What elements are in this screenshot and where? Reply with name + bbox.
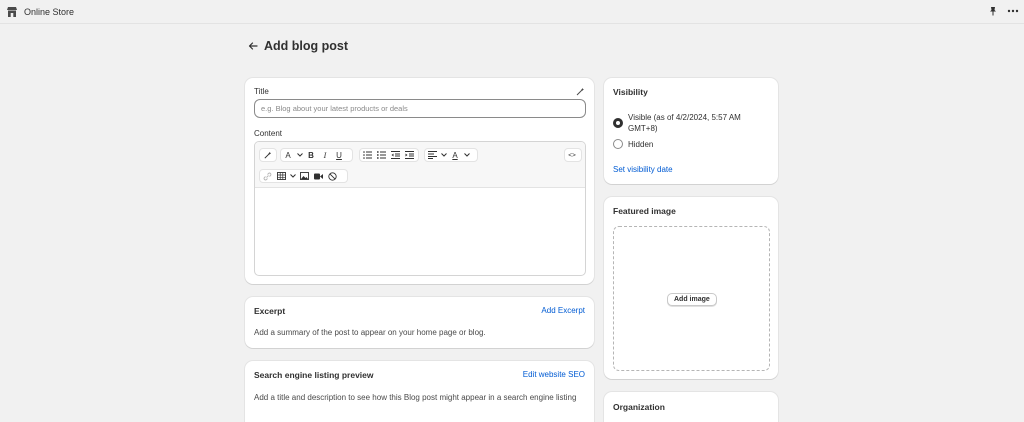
visible-radio[interactable]	[613, 118, 623, 128]
content-label: Content	[254, 129, 283, 138]
edit-website-seo-link[interactable]: Edit website SEO	[523, 370, 585, 379]
chevron-down-icon[interactable]	[439, 149, 448, 161]
toolbar-group-align: A	[424, 148, 478, 162]
visibility-title: Visibility	[613, 87, 648, 97]
bulleted-list-icon[interactable]	[360, 149, 374, 161]
bold-icon[interactable]: B	[304, 149, 318, 161]
title-input[interactable]	[254, 99, 586, 118]
set-visibility-date-link[interactable]: Set visibility date	[613, 165, 673, 174]
hidden-radio-label[interactable]: Hidden	[628, 139, 653, 150]
text-style-icon[interactable]: A	[281, 149, 295, 161]
excerpt-title: Excerpt	[254, 306, 286, 316]
organization-title: Organization	[613, 402, 665, 412]
chevron-down-icon[interactable]	[462, 149, 471, 161]
top-bar: Online Store	[0, 0, 1024, 24]
chevron-down-icon[interactable]	[288, 170, 297, 182]
toolbar-group-insert	[259, 169, 348, 183]
hidden-radio[interactable]	[613, 139, 623, 149]
organization-card: Organization	[604, 392, 778, 422]
store-icon	[6, 6, 18, 18]
app-title: Online Store	[24, 6, 75, 17]
pin-icon[interactable]	[986, 4, 1000, 18]
post-details-card: Title Content A B I U	[245, 78, 594, 284]
title-label: Title	[254, 87, 269, 96]
arrow-left-icon[interactable]	[246, 39, 260, 53]
code-view-icon[interactable]: <>	[565, 149, 579, 161]
seo-description: Add a title and description to see how t…	[254, 393, 577, 402]
table-icon[interactable]	[274, 170, 288, 182]
featured-image-card: Featured image Add image	[604, 197, 778, 379]
visible-radio-label[interactable]: Visible (as of 4/2/2024, 5:57 AM GMT+8)	[628, 112, 773, 134]
visibility-card: Visibility Visible (as of 4/2/2024, 5:57…	[604, 78, 778, 184]
excerpt-card: Excerpt Add Excerpt Add a summary of the…	[245, 297, 594, 348]
link-icon[interactable]	[260, 170, 274, 182]
toolbar-group-code: <>	[564, 148, 582, 162]
toolbar-group-lists	[359, 148, 419, 162]
editor-toolbar: A B I U A <>	[255, 142, 585, 188]
toolbar-group-magic	[259, 148, 277, 162]
chevron-down-icon[interactable]	[295, 149, 304, 161]
toolbar-group-format: A B I U	[280, 148, 353, 162]
clear-formatting-icon[interactable]	[325, 170, 339, 182]
text-color-icon[interactable]: A	[448, 149, 462, 161]
italic-icon[interactable]: I	[318, 149, 332, 161]
seo-title: Search engine listing preview	[254, 370, 374, 380]
visible-label-line2: GMT+8)	[628, 124, 658, 133]
seo-preview-card: Search engine listing preview Edit websi…	[245, 361, 594, 422]
indent-icon[interactable]	[402, 149, 416, 161]
excerpt-description: Add a summary of the post to appear on y…	[254, 328, 486, 337]
featured-image-title: Featured image	[613, 206, 676, 216]
more-horizontal-icon[interactable]	[1006, 4, 1020, 18]
magic-icon[interactable]	[574, 86, 586, 98]
image-dropzone[interactable]: Add image	[613, 226, 770, 371]
add-excerpt-link[interactable]: Add Excerpt	[541, 306, 585, 315]
outdent-icon[interactable]	[388, 149, 402, 161]
video-icon[interactable]	[311, 170, 325, 182]
add-image-button[interactable]: Add image	[667, 293, 717, 306]
content-editor: A B I U A <>	[254, 141, 586, 276]
numbered-list-icon[interactable]	[374, 149, 388, 161]
underline-icon[interactable]: U	[332, 149, 346, 161]
content-body[interactable]	[255, 189, 585, 275]
page-header: Add blog post	[246, 38, 348, 54]
page-title: Add blog post	[264, 39, 349, 53]
magic-icon[interactable]	[260, 149, 274, 161]
visible-label-line1: Visible (as of 4/2/2024, 5:57 AM	[628, 113, 741, 122]
align-left-icon[interactable]	[425, 149, 439, 161]
image-icon[interactable]	[297, 170, 311, 182]
